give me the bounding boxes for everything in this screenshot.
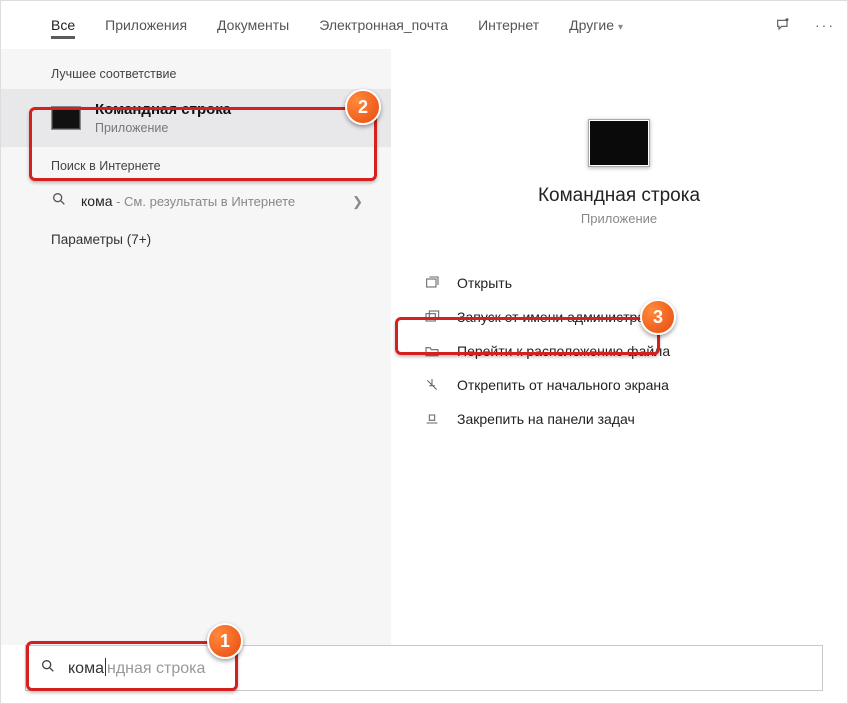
action-pin-taskbar[interactable]: Закрепить на панели задач [411, 402, 847, 436]
chevron-right-icon: ❯ [352, 194, 363, 210]
tab-all[interactable]: Все [41, 3, 85, 47]
web-search-result[interactable]: кома - См. результаты в Интернете ❯ [1, 181, 391, 222]
preview-title: Командная строка [538, 185, 700, 207]
text-caret [105, 658, 106, 676]
tab-internet[interactable]: Интернет [468, 3, 549, 47]
action-unpin-start-label: Открепить от начального экрана [457, 377, 669, 393]
feedback-button[interactable] [767, 17, 799, 33]
step-badge-1: 1 [207, 623, 243, 659]
actions-list: Открыть Запуск от имени администратора П… [391, 266, 847, 436]
feedback-icon [775, 17, 791, 33]
details-panel: Командная строка Приложение Открыть Запу… [391, 49, 847, 645]
web-query: кома [81, 193, 112, 209]
result-subtitle: Приложение [95, 121, 231, 135]
action-pin-taskbar-label: Закрепить на панели задач [457, 411, 635, 427]
web-hint: - См. результаты в Интернете [112, 194, 295, 209]
open-icon [423, 275, 441, 291]
tab-docs[interactable]: Документы [207, 3, 299, 47]
preview-subtitle: Приложение [581, 211, 657, 226]
search-input[interactable]: командная строка [25, 645, 823, 691]
filter-tabs: Все Приложения Документы Электронная_поч… [1, 1, 847, 49]
pin-icon [423, 411, 441, 427]
tab-other-label: Другие [569, 17, 614, 33]
step-badge-2: 2 [345, 89, 381, 125]
action-run-as-admin[interactable]: Запуск от имени администратора [411, 300, 847, 334]
admin-icon [423, 309, 441, 325]
action-open[interactable]: Открыть [411, 266, 847, 300]
section-web-search: Поиск в Интернете [1, 147, 391, 181]
command-prompt-icon [51, 106, 81, 130]
search-typed-text: кома [68, 660, 104, 677]
unpin-icon [423, 377, 441, 393]
command-prompt-preview-icon [588, 119, 650, 167]
section-best-match: Лучшее соответствие [1, 55, 391, 89]
folder-icon [423, 343, 441, 359]
tab-email[interactable]: Электронная_почта [309, 3, 458, 47]
more-options-button[interactable]: ··· [809, 17, 841, 33]
results-panel: Лучшее соответствие Командная строка При… [1, 49, 391, 645]
tab-other[interactable]: Другие ▾ [559, 3, 633, 47]
step-badge-3: 3 [640, 299, 676, 335]
ellipsis-icon: ··· [815, 17, 835, 33]
search-ghost-text: ндная строка [107, 660, 205, 677]
result-command-prompt[interactable]: Командная строка Приложение [1, 89, 391, 147]
search-icon [40, 658, 56, 679]
app-preview: Командная строка Приложение [391, 119, 847, 226]
action-unpin-start[interactable]: Открепить от начального экрана [411, 368, 847, 402]
chevron-down-icon: ▾ [618, 22, 623, 33]
search-icon [51, 191, 67, 212]
section-settings[interactable]: Параметры (7+) [1, 222, 391, 257]
search-text: командная строка [68, 658, 205, 678]
action-open-label: Открыть [457, 275, 512, 291]
tab-apps[interactable]: Приложения [95, 3, 197, 47]
action-open-location-label: Перейти к расположению файла [457, 343, 670, 359]
result-title: Командная строка [95, 101, 231, 118]
action-open-location[interactable]: Перейти к расположению файла [411, 334, 847, 368]
